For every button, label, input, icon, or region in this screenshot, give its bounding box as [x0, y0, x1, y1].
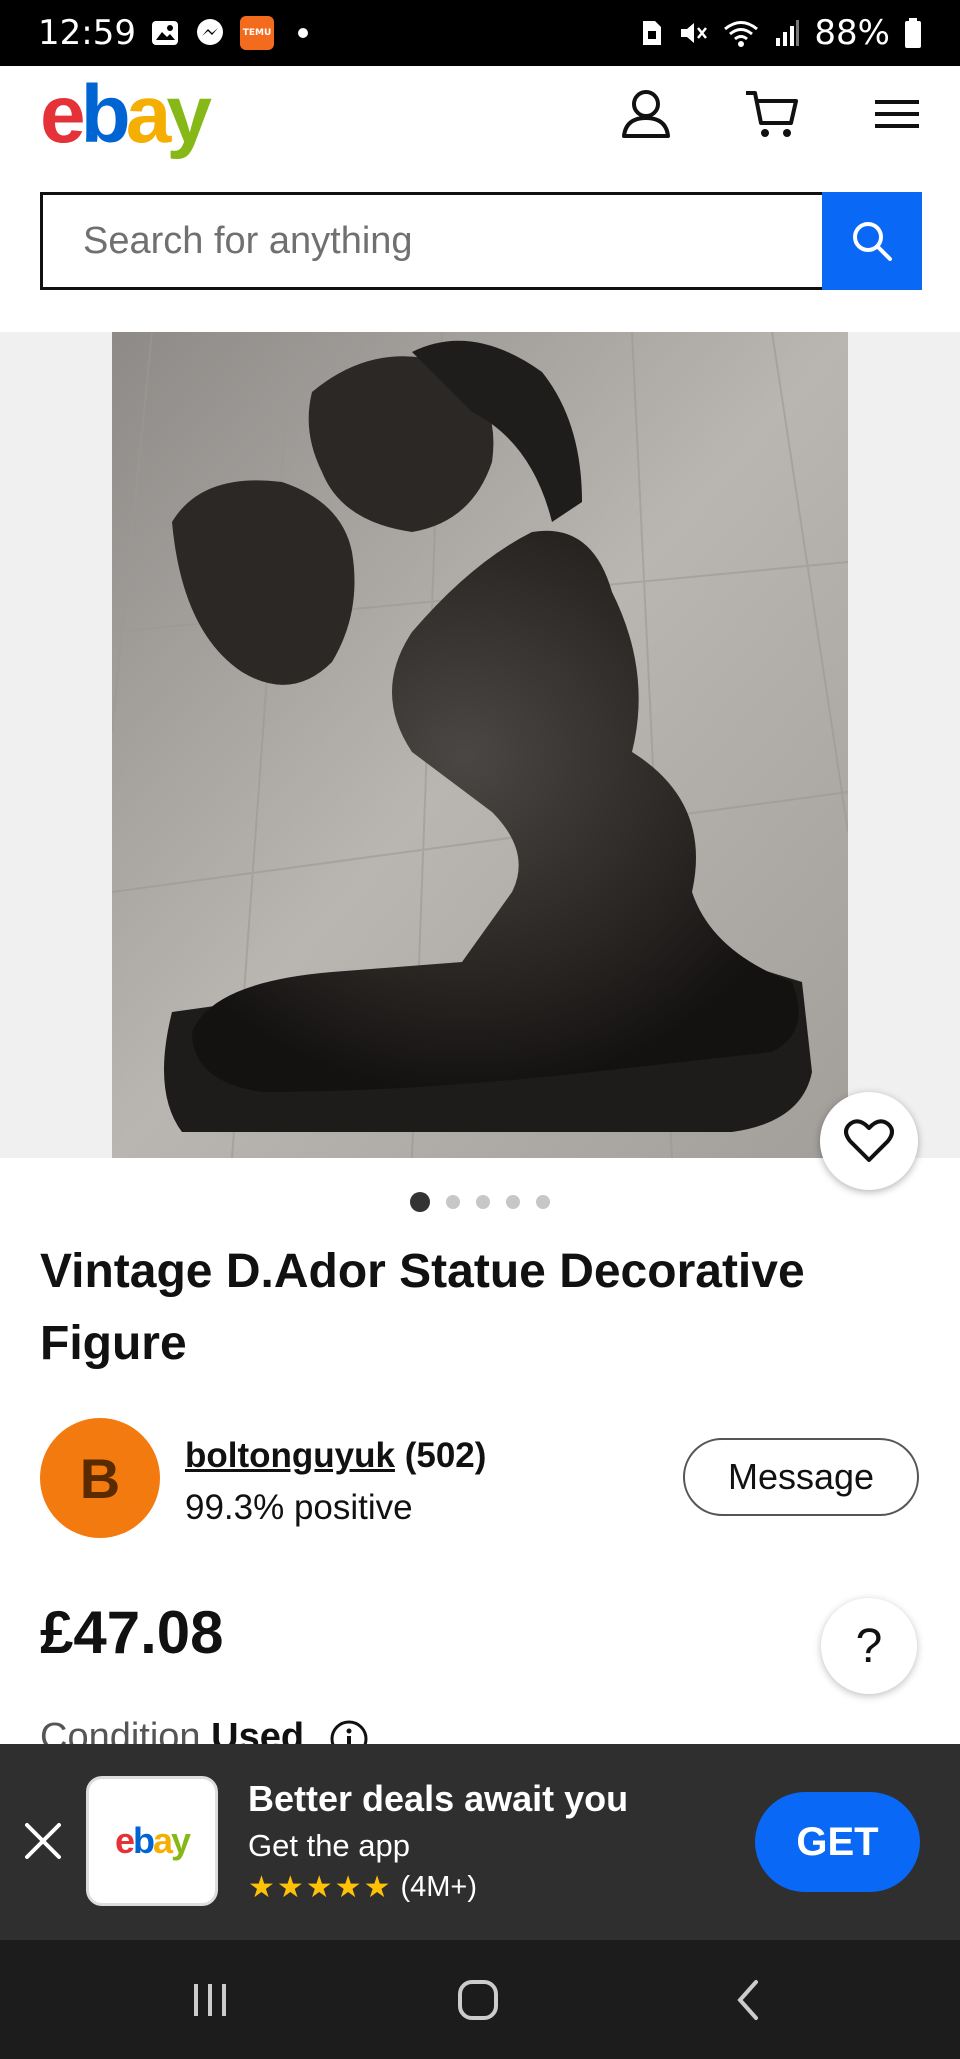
- search-icon: [853, 222, 892, 261]
- mute-icon: [678, 18, 708, 48]
- pagination-dot[interactable]: [506, 1195, 520, 1209]
- seller-name[interactable]: boltonguyuk (502): [185, 1436, 486, 1476]
- listing-title: Vintage D.Ador Statue Decorative Figure: [40, 1245, 805, 1370]
- rating-count: (4M+): [400, 1871, 478, 1903]
- home-icon[interactable]: [448, 1970, 508, 2030]
- get-app-button[interactable]: GET: [755, 1792, 920, 1892]
- gallery-pagination: [0, 1192, 960, 1212]
- search-bar: Search for anything: [40, 192, 922, 290]
- signal-icon: [774, 18, 800, 48]
- gallery-icon: [150, 18, 180, 48]
- watch-button[interactable]: [820, 1092, 918, 1190]
- star-rating-icon: ★★★★★: [248, 1871, 393, 1904]
- seller-info: B boltonguyuk (502) 99.3% positive Messa…: [40, 1418, 920, 1538]
- battery-percent: 88%: [814, 13, 890, 53]
- close-icon: [25, 1823, 61, 1859]
- seller-positive-rating: 99.3% positive: [185, 1488, 413, 1527]
- pagination-dot[interactable]: [476, 1195, 490, 1209]
- recent-apps-icon[interactable]: [180, 1970, 240, 2030]
- system-nav-bar: [0, 1940, 960, 2059]
- price: £47.08: [40, 1599, 224, 1666]
- back-icon[interactable]: [718, 1970, 778, 2030]
- banner-title: Better deals await you: [248, 1778, 629, 1819]
- avatar[interactable]: B: [40, 1418, 160, 1538]
- cart-icon[interactable]: [742, 84, 802, 144]
- site-header: ebay: [0, 66, 960, 176]
- battery-icon: [904, 17, 922, 49]
- seller-username[interactable]: boltonguyuk: [185, 1436, 395, 1475]
- menu-icon[interactable]: [867, 84, 927, 144]
- heart-icon: [844, 1119, 894, 1162]
- wifi-icon: [722, 18, 760, 48]
- help-button[interactable]: ?: [821, 1598, 917, 1694]
- messenger-icon: [194, 17, 226, 49]
- seller-feedback-count: (502): [404, 1436, 487, 1475]
- close-button[interactable]: [18, 1816, 68, 1866]
- search-placeholder: Search for anything: [83, 219, 413, 262]
- temu-icon: TEMU: [239, 16, 274, 50]
- pagination-dot[interactable]: [446, 1195, 460, 1209]
- image-gallery[interactable]: [0, 332, 960, 1158]
- account-icon[interactable]: [616, 84, 676, 144]
- status-bar: 12:59 TEMU 88%: [0, 0, 960, 66]
- ebay-logo[interactable]: ebay: [40, 70, 212, 160]
- status-time: 12:59: [38, 13, 136, 53]
- banner-rating: ★★★★★ (4M+): [248, 1870, 477, 1905]
- ebay-app-icon: ebay: [86, 1776, 218, 1906]
- product-photo[interactable]: [112, 332, 848, 1158]
- search-button[interactable]: [822, 192, 922, 290]
- sim-icon: [640, 17, 664, 49]
- pagination-dot[interactable]: [410, 1192, 430, 1212]
- message-button[interactable]: Message: [683, 1438, 919, 1516]
- banner-subtitle: Get the app: [248, 1828, 411, 1863]
- pagination-dot[interactable]: [536, 1195, 550, 1209]
- search-input[interactable]: Search for anything: [40, 192, 822, 290]
- notification-dot: [297, 28, 308, 38]
- app-install-banner: ebay Better deals await you Get the app …: [0, 1744, 960, 1940]
